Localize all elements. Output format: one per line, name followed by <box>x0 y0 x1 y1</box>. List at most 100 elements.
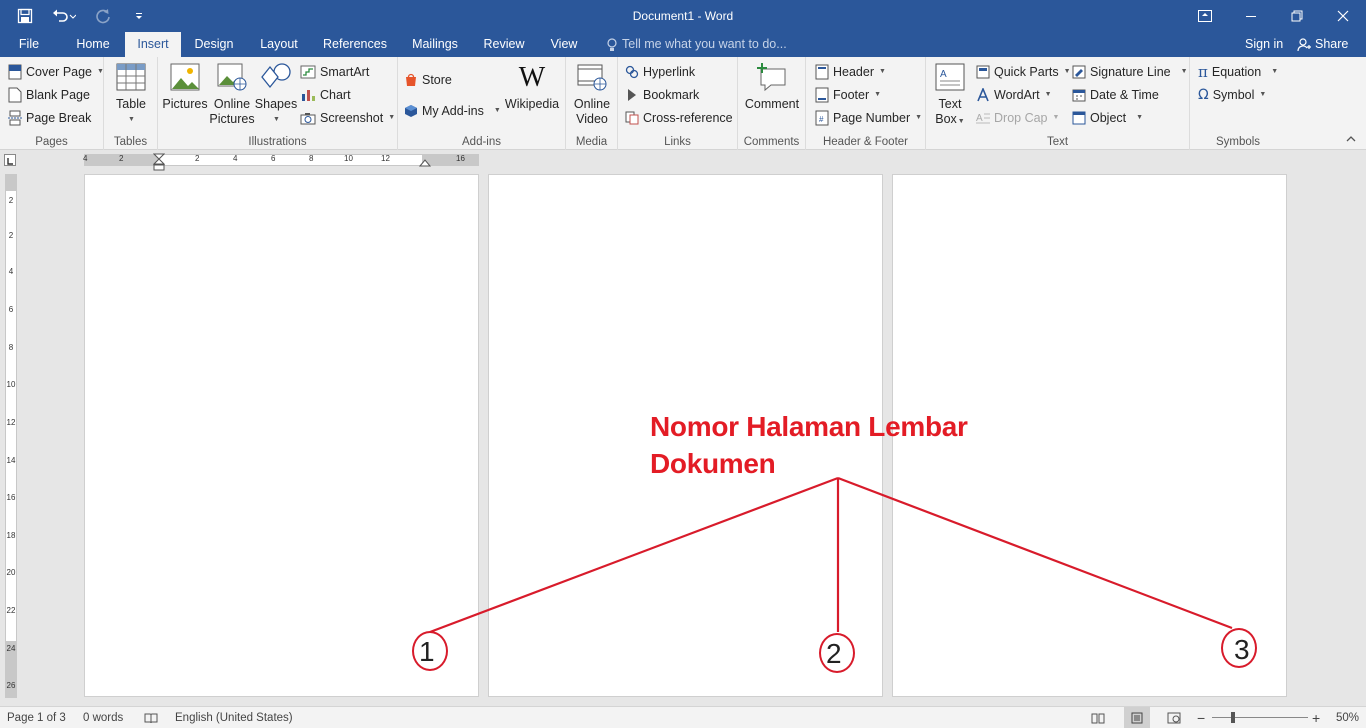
symbol-button[interactable]: Ω Symbol ▼ <box>1198 84 1266 105</box>
zoom-level[interactable]: 50% <box>1336 707 1359 728</box>
annotation-text: Nomor Halaman Lembar Dokumen <box>650 408 968 482</box>
screenshot-button[interactable]: Screenshot ▼ <box>300 107 395 128</box>
word-count-status[interactable]: 0 words <box>83 707 123 728</box>
footer-icon <box>815 87 829 102</box>
horizontal-ruler[interactable]: 4 2 2 4 6 8 10 12 16 <box>83 153 479 171</box>
web-layout-button[interactable] <box>1167 707 1181 728</box>
undo-button[interactable] <box>46 2 82 30</box>
table-button[interactable]: Table ▼ <box>114 61 148 127</box>
pictures-label: Pictures <box>162 97 208 111</box>
tab-file[interactable]: File <box>8 32 50 57</box>
tab-selector[interactable] <box>4 154 16 166</box>
page-1[interactable]: 1 <box>84 174 479 697</box>
save-button[interactable] <box>10 2 40 30</box>
ribbon-display-options-button[interactable] <box>1182 0 1228 32</box>
bookmark-button[interactable]: Bookmark <box>625 84 699 105</box>
ruler-label: 2 <box>8 231 14 240</box>
drop-cap-button[interactable]: A Drop Cap ▼ <box>976 107 1059 128</box>
shapes-button[interactable]: Shapes ▼ <box>254 61 298 127</box>
tab-layout[interactable]: Layout <box>250 32 308 57</box>
shapes-label: Shapes <box>254 97 298 111</box>
print-layout-button[interactable] <box>1124 707 1150 728</box>
indent-marker-icon[interactable] <box>153 153 165 173</box>
group-media: Online Video Media <box>566 57 618 150</box>
tab-references[interactable]: References <box>316 32 394 57</box>
right-indent-marker-icon[interactable] <box>419 159 431 167</box>
pictures-icon <box>169 61 201 93</box>
online-pictures-label-2: Pictures <box>209 112 255 126</box>
text-box-button[interactable]: A Text Box▼ <box>930 61 970 129</box>
my-addins-button[interactable]: My Add-ins ▼ <box>404 100 501 121</box>
zoom-in-button[interactable]: + <box>1312 707 1320 728</box>
comment-button[interactable]: Comment <box>744 61 800 112</box>
callout-circle-page-3 <box>1221 628 1257 668</box>
chart-button[interactable]: Chart <box>300 84 351 105</box>
date-time-button[interactable]: Date & Time <box>1072 84 1159 105</box>
annotation-line-1: Nomor Halaman Lembar <box>650 411 968 442</box>
tab-review[interactable]: Review <box>476 32 532 57</box>
object-button[interactable]: Object ▼ <box>1072 107 1143 128</box>
blank-page-button[interactable]: Blank Page <box>8 84 90 105</box>
page-break-icon <box>8 110 22 125</box>
online-pictures-label-1: Online <box>213 97 251 111</box>
header-label: Header <box>833 64 874 79</box>
ruler-label: 20 <box>6 568 16 577</box>
zoom-out-button[interactable]: − <box>1197 707 1205 728</box>
minimize-button[interactable] <box>1228 0 1274 32</box>
wordart-button[interactable]: WordArt ▼ <box>976 84 1052 105</box>
cover-page-icon <box>8 64 22 79</box>
restore-icon <box>1291 10 1303 22</box>
minimize-icon <box>1246 16 1256 17</box>
zoom-slider-thumb[interactable] <box>1231 712 1235 723</box>
cover-page-button[interactable]: Cover Page ▼ <box>8 61 104 82</box>
tab-view[interactable]: View <box>542 32 586 57</box>
page-break-button[interactable]: Page Break <box>8 107 91 128</box>
smartart-button[interactable]: SmartArt <box>300 61 369 82</box>
sign-in-link[interactable]: Sign in <box>1245 32 1283 57</box>
restore-button[interactable] <box>1274 0 1320 32</box>
chevron-down-icon: ▼ <box>1180 68 1188 75</box>
pictures-button[interactable]: Pictures <box>162 61 208 112</box>
online-pictures-button[interactable]: Online Pictures <box>209 61 255 127</box>
tell-me-box[interactable]: Tell me what you want to do... <box>607 32 787 57</box>
language-status[interactable]: English (United States) <box>175 707 293 728</box>
page-number-button[interactable]: # Page Number ▼ <box>815 107 922 128</box>
wikipedia-button[interactable]: W Wikipedia <box>504 61 560 112</box>
zoom-slider-track[interactable] <box>1212 717 1308 718</box>
table-icon <box>115 61 147 93</box>
signature-line-button[interactable]: Signature Line ▼ <box>1072 61 1188 82</box>
close-button[interactable] <box>1320 0 1366 32</box>
hyperlink-button[interactable]: Hyperlink <box>625 61 695 82</box>
customize-qat-button[interactable] <box>124 2 154 30</box>
hyperlink-label: Hyperlink <box>643 64 696 79</box>
wikipedia-label: Wikipedia <box>504 97 560 111</box>
tab-mailings[interactable]: Mailings <box>404 32 466 57</box>
proofing-status[interactable] <box>144 707 158 728</box>
svg-text:A: A <box>940 69 947 80</box>
vertical-ruler[interactable]: 2 2 4 6 8 10 12 14 16 18 20 22 24 26 <box>5 174 17 698</box>
equation-button[interactable]: π Equation ▼ <box>1198 61 1278 82</box>
header-button[interactable]: Header ▼ <box>815 61 886 82</box>
smartart-label: SmartArt <box>320 64 370 79</box>
collapse-ribbon-button[interactable] <box>1346 135 1356 146</box>
page-count-status[interactable]: Page 1 of 3 <box>7 707 66 728</box>
share-button[interactable]: Share <box>1297 32 1348 57</box>
ruler-label: 10 <box>344 154 353 163</box>
object-label: Object <box>1090 110 1127 125</box>
ruler-label: 16 <box>456 154 465 163</box>
cross-reference-button[interactable]: Cross-reference <box>625 107 733 128</box>
store-button[interactable]: Store <box>404 69 452 90</box>
read-mode-button[interactable] <box>1091 707 1105 728</box>
footer-button[interactable]: Footer ▼ <box>815 84 881 105</box>
quick-parts-button[interactable]: Quick Parts ▼ <box>976 61 1071 82</box>
online-video-button[interactable]: Online Video <box>572 61 612 127</box>
tab-insert[interactable]: Insert <box>125 32 181 57</box>
redo-button[interactable] <box>88 2 118 30</box>
ruler-label: 16 <box>6 493 16 502</box>
tab-design[interactable]: Design <box>186 32 242 57</box>
tab-home[interactable]: Home <box>66 32 120 57</box>
web-layout-icon <box>1167 712 1181 724</box>
share-label: Share <box>1315 37 1349 51</box>
quick-parts-icon <box>976 65 990 78</box>
status-bar: Page 1 of 3 0 words English (United Stat… <box>0 706 1366 728</box>
